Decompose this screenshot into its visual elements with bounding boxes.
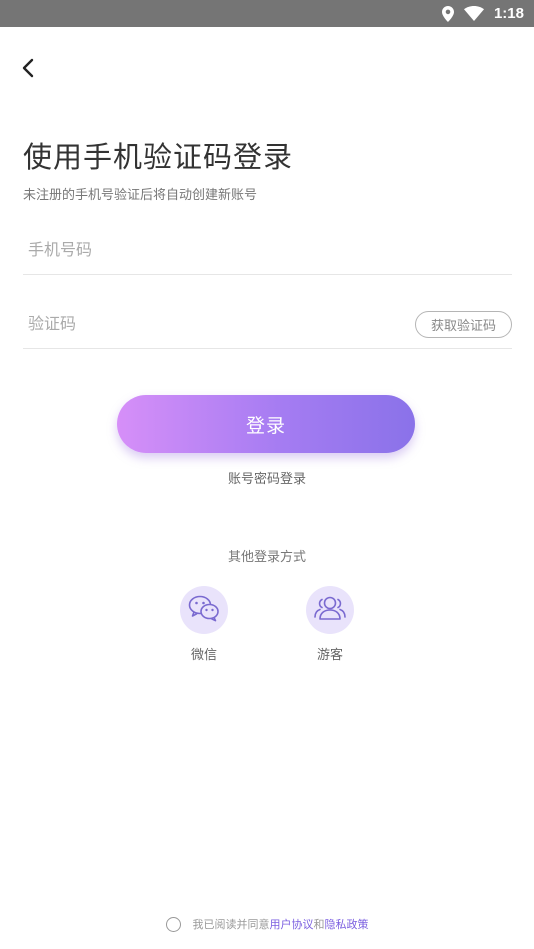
wechat-login-button[interactable]: 微信 (174, 586, 234, 663)
guest-users-icon (313, 595, 347, 625)
guest-icon-circle (306, 586, 354, 634)
agreement-and: 和 (313, 918, 325, 931)
password-login-link[interactable]: 账号密码登录 (0, 468, 534, 487)
phone-divider (23, 274, 512, 275)
get-code-button[interactable]: 获取验证码 (415, 311, 512, 338)
agreement-prefix: 我已阅读并同意 (192, 918, 270, 931)
phone-input[interactable] (23, 231, 403, 267)
wechat-icon-circle (180, 586, 228, 634)
status-bar: 1:18 (0, 0, 534, 27)
other-login-title: 其他登录方式 (227, 550, 306, 565)
login-button[interactable]: 登录 (117, 395, 415, 453)
page-subtitle: 未注册的手机号验证后将自动创建新账号 (23, 188, 258, 203)
status-time: 1:18 (493, 5, 524, 22)
privacy-policy-link[interactable]: 隐私政策 (325, 916, 369, 932)
agreement-row: 我已阅读并同意 用户协议 和 隐私政策 (0, 916, 534, 932)
wechat-icon (188, 594, 220, 626)
wechat-login-label: 微信 (190, 648, 217, 663)
guest-login-label: 游客 (316, 648, 343, 663)
location-icon (441, 5, 454, 22)
user-agreement-link[interactable]: 用户协议 (270, 916, 314, 932)
wifi-icon (463, 6, 484, 21)
agreement-checkbox[interactable] (165, 916, 181, 932)
back-button[interactable] (14, 56, 42, 84)
code-input[interactable] (23, 305, 403, 341)
code-divider (23, 348, 512, 349)
guest-login-button[interactable]: 游客 (300, 586, 360, 663)
chevron-left-icon (21, 58, 35, 82)
page-title: 使用手机验证码登录 (23, 140, 294, 174)
